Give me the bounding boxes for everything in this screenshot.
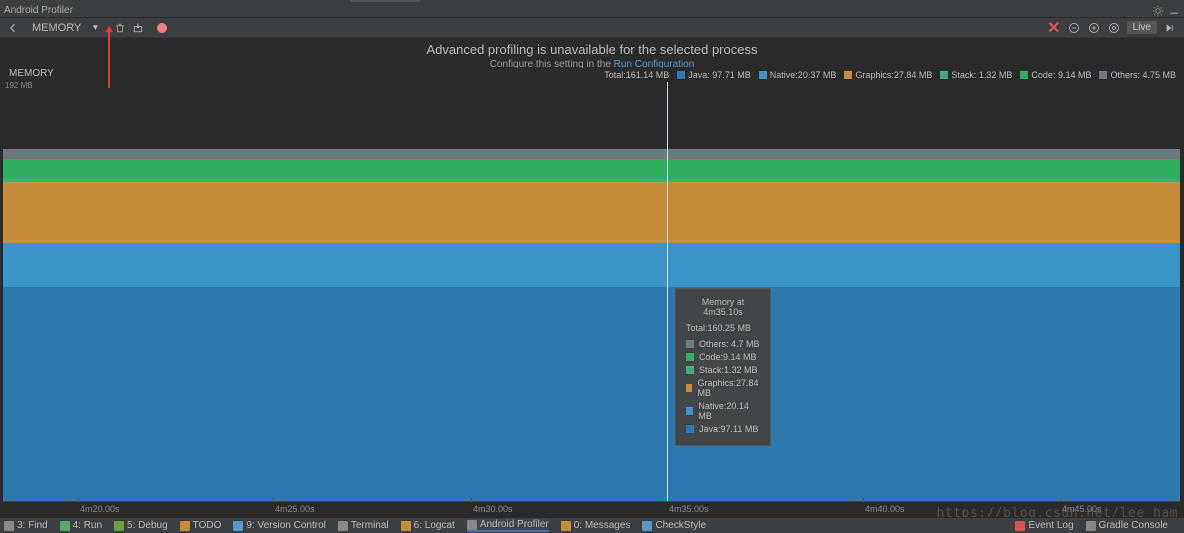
message-title: Advanced profiling is unavailable for th… <box>0 42 1184 57</box>
time-tick: 4m25.00s <box>275 504 315 514</box>
toolwindow-tab[interactable]: 0: Messages <box>561 520 631 531</box>
tooltip-row: Native:20.14 MB <box>686 401 760 421</box>
time-tick: 4m30.00s <box>473 504 513 514</box>
close-icon[interactable]: ✕ <box>1046 20 1062 36</box>
chart-legend: Total:161.14 MB Java: 97.71 MB Native:20.3… <box>596 68 1176 82</box>
time-tick: 4m40.00s <box>865 504 905 514</box>
export-icon[interactable] <box>129 19 147 37</box>
profiler-message: Advanced profiling is unavailable for th… <box>0 38 1184 68</box>
time-tick: 4m35.00s <box>669 504 709 514</box>
tooltip-title: Memory at 4m35.10s <box>686 297 760 317</box>
go-to-end-icon[interactable] <box>1162 20 1178 36</box>
chart-cursor[interactable] <box>667 82 668 501</box>
title-bar: Android Profiler <box>0 4 1184 18</box>
chart-layer-graphics <box>3 182 1180 243</box>
memory-chart[interactable]: MEMORY Total:161.14 MB Java: 97.71 MB Nati… <box>3 68 1180 517</box>
toolwindow-tab[interactable]: TODO <box>180 520 222 531</box>
tooltip-total: Total:160.25 MB <box>686 323 760 333</box>
chart-layer-code <box>3 159 1180 179</box>
tab-icon <box>561 521 571 531</box>
tooltip-row: Stack:1.32 MB <box>686 365 760 375</box>
window-top-strip <box>0 0 1184 4</box>
tab-icon <box>60 521 70 531</box>
toolwindow-tab[interactable]: Gradle Console <box>1086 520 1168 531</box>
tooltip-row: Others: 4.7 MB <box>686 339 760 349</box>
time-tick: 4m20.00s <box>80 504 120 514</box>
settings-icon[interactable] <box>1152 5 1164 17</box>
tab-icon <box>180 521 190 531</box>
yaxis-label: 192 MB <box>5 81 33 90</box>
zoom-in-icon[interactable] <box>1086 20 1102 36</box>
chart-layer-java <box>3 287 1180 501</box>
annotation-arrow <box>108 30 110 88</box>
legend-item: Graphics:27.84 MB <box>844 70 932 80</box>
toolwindow-tab[interactable]: 4: Run <box>60 520 102 531</box>
tab-icon <box>401 521 411 531</box>
toolwindow-tab[interactable]: Android Profiler <box>467 519 549 532</box>
legend-item: Java: 97.71 MB <box>677 70 751 80</box>
tooltip-row: Graphics:27.84 MB <box>686 378 760 398</box>
legend-item: Total:161.14 MB <box>604 70 669 80</box>
chart-plot[interactable]: 192 MB 128 64 <box>3 82 1180 501</box>
toolwindow-tab[interactable]: 9: Version Control <box>233 520 326 531</box>
live-button[interactable]: Live <box>1127 21 1157 34</box>
tab-icon <box>4 521 14 531</box>
tab-icon <box>233 521 243 531</box>
tooltip-row: Java:97.11 MB <box>686 424 760 434</box>
legend-item: Native:20.37 MB <box>759 70 837 80</box>
back-arrow-icon[interactable] <box>4 19 22 37</box>
tooltip-row: Code:9.14 MB <box>686 352 760 362</box>
toolwindow-tab[interactable]: CheckStyle <box>642 520 706 531</box>
profiler-mode-label[interactable]: MEMORY <box>32 22 81 34</box>
status-bar: 3: Find 4: Run 5: Debug TODO 9: Version Cont… <box>0 517 1184 533</box>
minimize-icon[interactable] <box>1168 5 1180 17</box>
chart-title: MEMORY <box>9 68 54 79</box>
toolwindow-tab[interactable]: Event Log <box>1015 520 1073 531</box>
zoom-fit-icon[interactable] <box>1106 20 1122 36</box>
toolwindow-tab[interactable]: 5: Debug <box>114 520 168 531</box>
legend-item: Stack: 1.32 MB <box>940 70 1012 80</box>
dropdown-icon[interactable]: ▼ <box>91 23 99 32</box>
tab-icon <box>642 521 652 531</box>
trash-icon[interactable] <box>111 19 129 37</box>
tab-icon <box>467 520 477 530</box>
legend-item: Code: 9.14 MB <box>1020 70 1091 80</box>
chart-tooltip: Memory at 4m35.10s Total:160.25 MB Other… <box>675 288 771 446</box>
toolwindow-tab[interactable]: 3: Find <box>4 520 48 531</box>
tab-icon <box>1015 521 1025 531</box>
window-title: Android Profiler <box>4 5 73 16</box>
chart-layer-stack <box>3 179 1180 182</box>
tab-hint <box>350 0 420 2</box>
chart-layer-native <box>3 243 1180 288</box>
zoom-out-icon[interactable] <box>1066 20 1082 36</box>
profiler-toolbar: MEMORY ▼ ✕ Live <box>0 18 1184 38</box>
toolwindow-tab[interactable]: Terminal <box>338 520 389 531</box>
toolwindow-tab[interactable]: 6: Logcat <box>401 520 455 531</box>
tab-icon <box>114 521 124 531</box>
legend-item: Others: 4.75 MB <box>1099 70 1176 80</box>
tab-icon <box>1086 521 1096 531</box>
tab-icon <box>338 521 348 531</box>
chart-layer-others <box>3 149 1180 159</box>
record-icon[interactable] <box>153 19 171 37</box>
